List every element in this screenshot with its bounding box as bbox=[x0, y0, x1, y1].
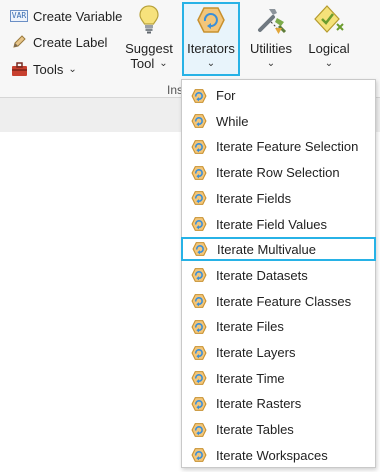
menu-item[interactable]: Iterate Rasters bbox=[182, 391, 375, 416]
iterator-icon bbox=[191, 370, 207, 386]
menu-item-label: Iterate Row Selection bbox=[216, 165, 340, 181]
menu-item[interactable]: Iterate Fields bbox=[182, 186, 375, 211]
menu-item[interactable]: Iterate Field Values bbox=[182, 212, 375, 237]
menu-item-label: Iterate Workspaces bbox=[216, 447, 328, 463]
logical-button[interactable]: Logical ⌄ bbox=[304, 0, 354, 80]
menu-item[interactable]: Iterate Datasets bbox=[182, 263, 375, 288]
tools-dropdown[interactable]: Tools ⌄ bbox=[10, 58, 77, 80]
menu-item[interactable]: Iterate Workspaces bbox=[182, 443, 375, 468]
iterator-icon bbox=[191, 293, 207, 309]
menu-item-label: Iterate Rasters bbox=[216, 396, 302, 412]
iterator-icon bbox=[191, 165, 207, 181]
iterator-icon bbox=[191, 267, 207, 283]
iterator-icon bbox=[191, 345, 207, 361]
menu-item[interactable]: Iterate Multivalue bbox=[181, 237, 376, 262]
iterator-icon bbox=[196, 0, 226, 40]
menu-item-label: Iterate Field Values bbox=[216, 216, 328, 232]
iterators-button[interactable]: Iterators ⌄ bbox=[184, 0, 238, 80]
menu-item[interactable]: While bbox=[182, 109, 375, 134]
iterators-label: Iterators bbox=[187, 41, 235, 56]
menu-item[interactable]: Iterate Layers bbox=[182, 340, 375, 365]
lightbulb-icon bbox=[137, 0, 161, 40]
menu-item-label: Iterate Time bbox=[216, 370, 285, 386]
menu-item-label: Iterate Feature Selection bbox=[216, 139, 359, 155]
utilities-button[interactable]: Utilities ⌄ bbox=[246, 0, 296, 80]
chevron-down-icon: ⌄ bbox=[159, 58, 168, 69]
menu-item[interactable]: Iterate Feature Selection bbox=[182, 134, 375, 159]
menu-item[interactable]: Iterate Time bbox=[182, 366, 375, 391]
iterators-dropdown-menu: For While Iterate Feature Selection Iterate… bbox=[181, 79, 376, 468]
create-label-label: Create Label bbox=[33, 34, 108, 50]
utilities-label: Utilities bbox=[250, 41, 292, 56]
menu-item-label: Iterate Files bbox=[216, 319, 284, 335]
menu-item-label: Iterate Datasets bbox=[216, 267, 308, 283]
chevron-down-icon: ⌄ bbox=[324, 58, 334, 69]
suggest-tool-button[interactable]: Suggest Tool ⌄ bbox=[124, 0, 174, 80]
menu-item[interactable]: For bbox=[182, 83, 375, 108]
chevron-down-icon: ⌄ bbox=[68, 63, 77, 75]
menu-item-label: Iterate Tables bbox=[216, 422, 294, 438]
menu-item-label: For bbox=[216, 88, 236, 103]
iterator-icon bbox=[192, 241, 208, 257]
iterator-icon bbox=[191, 422, 207, 438]
iterator-icon bbox=[191, 396, 207, 412]
iterator-icon bbox=[191, 216, 207, 232]
pencil-icon bbox=[10, 34, 28, 50]
menu-item[interactable]: Iterate Files bbox=[182, 314, 375, 339]
create-label-button[interactable]: Create Label bbox=[10, 31, 107, 53]
create-variable-button[interactable]: VAR Create Variable bbox=[9, 5, 123, 27]
tools-label: Tools bbox=[33, 61, 64, 77]
iterator-icon bbox=[191, 447, 207, 463]
menu-item-label: Iterate Feature Classes bbox=[216, 293, 352, 309]
menu-item[interactable]: Iterate Row Selection bbox=[182, 160, 375, 185]
iterator-icon bbox=[191, 139, 207, 155]
toolbox-icon bbox=[10, 61, 28, 77]
menu-item-label: While bbox=[216, 113, 249, 129]
logical-icon bbox=[313, 0, 345, 40]
variable-icon: VAR bbox=[9, 10, 29, 22]
iterator-icon bbox=[191, 190, 207, 206]
chevron-down-icon: ⌄ bbox=[206, 58, 216, 69]
menu-item[interactable]: Iterate Tables bbox=[182, 417, 375, 442]
iterator-icon bbox=[191, 88, 207, 104]
suggest-tool-label-1: Suggest bbox=[125, 41, 173, 56]
suggest-tool-label-2: Tool bbox=[130, 56, 155, 71]
menu-item[interactable]: Iterate Feature Classes bbox=[182, 289, 375, 314]
menu-item-label: Iterate Fields bbox=[216, 190, 292, 206]
chevron-down-icon: ⌄ bbox=[266, 58, 276, 69]
iterator-icon bbox=[191, 113, 207, 129]
iterator-icon bbox=[191, 319, 207, 335]
menu-item-label: Iterate Multivalue bbox=[217, 241, 316, 257]
create-variable-label: Create Variable bbox=[33, 8, 123, 24]
utilities-icon bbox=[255, 0, 287, 40]
logical-label: Logical bbox=[308, 41, 350, 56]
menu-item-label: Iterate Layers bbox=[216, 345, 296, 360]
